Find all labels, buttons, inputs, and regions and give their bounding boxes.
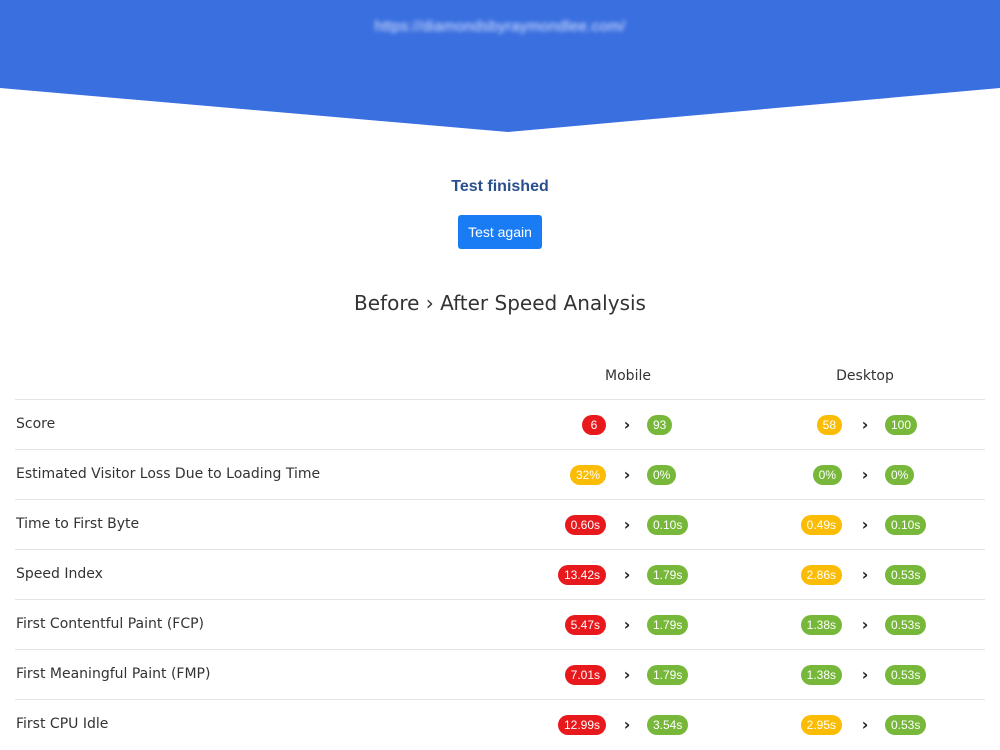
chevron-right-icon: › bbox=[861, 415, 869, 434]
table-row: Time to First Byte 0.60s 0.10s 0.49s 0.10s › › bbox=[15, 499, 985, 549]
mobile-before-badge: 32% bbox=[569, 465, 606, 485]
desktop-after-badge: 0% bbox=[885, 465, 915, 485]
metric-label: First Meaningful Paint (FMP) bbox=[16, 666, 211, 682]
metric-label: Estimated Visitor Loss Due to Loading Ti… bbox=[16, 466, 321, 482]
mobile-before-badge: 0.60s bbox=[564, 515, 606, 535]
desktop-after-badge: 0.53s bbox=[885, 715, 927, 735]
mobile-before-badge: 12.99s bbox=[557, 715, 606, 735]
chevron-right-icon: › bbox=[861, 665, 869, 684]
desktop-before-badge: 58 bbox=[816, 415, 842, 435]
mobile-after-badge: 1.79s bbox=[647, 665, 689, 685]
mobile-after-badge: 1.79s bbox=[647, 615, 689, 635]
mobile-after-badge: 1.79s bbox=[647, 565, 689, 585]
metric-label: Score bbox=[16, 416, 56, 432]
desktop-after-badge: 100 bbox=[885, 415, 918, 435]
chevron-right-icon: › bbox=[623, 465, 631, 484]
desktop-before-badge: 0% bbox=[812, 465, 842, 485]
chevron-right-icon: › bbox=[861, 515, 869, 534]
desktop-before-badge: 1.38s bbox=[800, 615, 842, 635]
table-row: First Meaningful Paint (FMP) 7.01s 1.79s 1.… bbox=[15, 649, 985, 699]
table-row: First CPU Idle 12.99s 3.54s 2.95s 0.53s › › bbox=[15, 699, 985, 749]
chevron-right-icon: › bbox=[623, 715, 631, 734]
metric-label: First Contentful Paint (FCP) bbox=[16, 616, 205, 632]
table-row: Speed Index 13.42s 1.79s 2.86s 0.53s › › bbox=[15, 549, 985, 599]
chevron-right-icon: › bbox=[623, 565, 631, 584]
mobile-after-badge: 3.54s bbox=[647, 715, 689, 735]
metric-label: First CPU Idle bbox=[16, 716, 109, 732]
desktop-after-badge: 0.53s bbox=[885, 665, 927, 685]
table-row: First Contentful Paint (FCP) 5.47s 1.79s 1.… bbox=[15, 599, 985, 649]
metric-label: Speed Index bbox=[16, 566, 103, 582]
table-row: Score 6 93 58 100 › › bbox=[15, 399, 985, 449]
chevron-right-icon: › bbox=[861, 565, 869, 584]
chevron-right-icon: › bbox=[861, 615, 869, 634]
desktop-before-badge: 2.86s bbox=[800, 565, 842, 585]
chevron-right-icon: › bbox=[623, 415, 631, 434]
chevron-right-icon: › bbox=[623, 665, 631, 684]
chevron-right-icon: › bbox=[861, 465, 869, 484]
desktop-before-badge: 1.38s bbox=[800, 665, 842, 685]
mobile-after-badge: 0.10s bbox=[647, 515, 689, 535]
table-row: Estimated Visitor Loss Due to Loading Ti… bbox=[15, 449, 985, 499]
chevron-right-icon: › bbox=[861, 715, 869, 734]
chevron-right-icon: › bbox=[623, 515, 631, 534]
mobile-after-badge: 0% bbox=[647, 465, 677, 485]
tested-url: https://diamondsbyraymondlee.com/ bbox=[374, 18, 626, 35]
desktop-after-badge: 0.53s bbox=[885, 615, 927, 635]
mobile-before-badge: 7.01s bbox=[564, 665, 606, 685]
mobile-before-badge: 5.47s bbox=[564, 615, 606, 635]
desktop-after-badge: 0.53s bbox=[885, 565, 927, 585]
desktop-before-badge: 0.49s bbox=[800, 515, 842, 535]
mobile-before-badge: 13.42s bbox=[557, 565, 606, 585]
mobile-after-badge: 93 bbox=[647, 415, 673, 435]
metrics-table: Score 6 93 58 100 › › Estimated Visitor Loss Du… bbox=[15, 399, 985, 749]
header-banner: https://diamondsbyraymondlee.com/ bbox=[0, 0, 1000, 135]
mobile-before-badge: 6 bbox=[582, 415, 606, 435]
page-title: Before › After Speed Analysis bbox=[354, 291, 646, 315]
metric-label: Time to First Byte bbox=[16, 516, 140, 532]
desktop-before-badge: 2.95s bbox=[800, 715, 842, 735]
column-header-desktop: Desktop bbox=[836, 368, 894, 384]
chevron-right-icon: › bbox=[623, 615, 631, 634]
test-status: Test finished bbox=[451, 178, 549, 195]
desktop-after-badge: 0.10s bbox=[885, 515, 927, 535]
column-header-mobile: Mobile bbox=[605, 368, 651, 384]
test-again-button[interactable]: Test again bbox=[458, 215, 542, 249]
